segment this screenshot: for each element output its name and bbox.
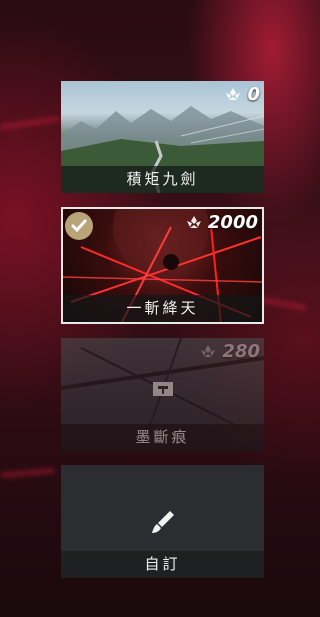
cost-display: 2000 <box>184 212 258 233</box>
skill-name: 自訂 <box>61 551 264 578</box>
skill-card-3[interactable]: 280 墨斷痕 <box>61 338 264 451</box>
cost-value: 280 <box>222 341 260 362</box>
cost-display: 0 <box>223 84 260 105</box>
background-streak <box>0 467 56 479</box>
skill-name: 一斬絳天 <box>63 295 262 322</box>
background-streak <box>0 115 61 131</box>
skill-card-2[interactable]: 2000 一斬絳天 <box>61 207 264 324</box>
lotus-currency-icon <box>226 87 241 100</box>
cost-value: 2000 <box>207 212 258 233</box>
skill-card-1[interactable]: 0 積矩九劍 <box>61 81 264 193</box>
brush-icon <box>151 511 174 533</box>
skill-name: 墨斷痕 <box>61 424 264 451</box>
lotus-currency-icon <box>186 215 201 228</box>
skill-name: 積矩九劍 <box>61 166 264 193</box>
lotus-currency-icon <box>201 344 216 357</box>
scroll-icon <box>152 382 173 396</box>
cost-value: 0 <box>247 84 260 105</box>
skill-card-custom[interactable]: 自訂 <box>61 465 264 578</box>
selected-checkmark <box>65 212 93 240</box>
cost-display: 280 <box>198 341 260 362</box>
checkmark-icon <box>71 219 87 233</box>
